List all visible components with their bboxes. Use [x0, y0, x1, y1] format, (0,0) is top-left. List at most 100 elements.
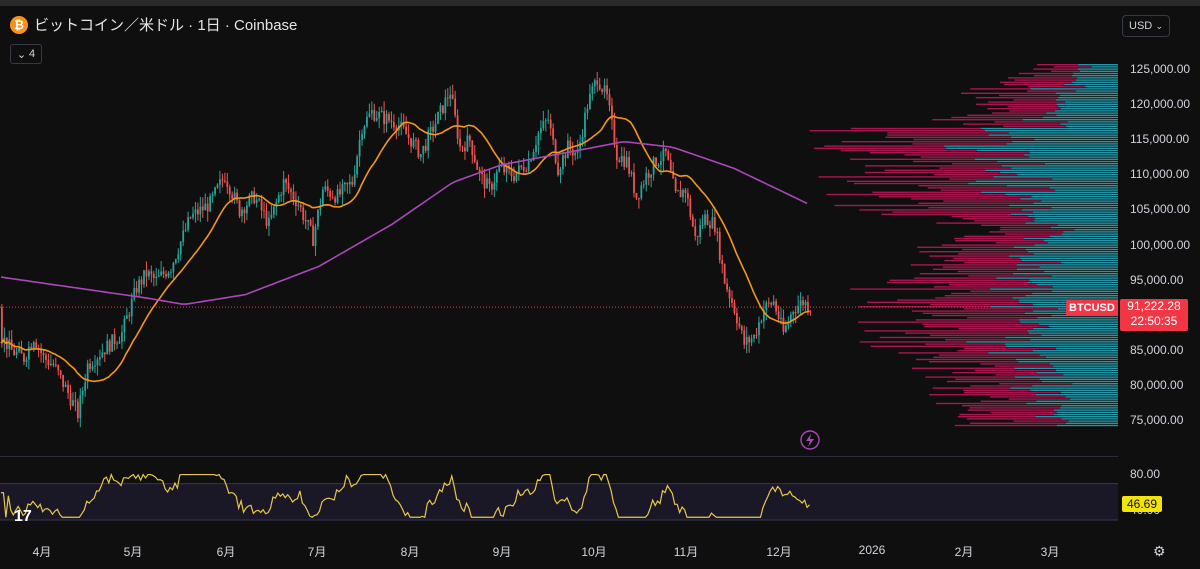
- candle-body: [638, 198, 640, 200]
- volume-profile-bar-up: [1012, 141, 1118, 143]
- candle-body: [111, 334, 114, 352]
- volume-profile-bar-up: [1042, 116, 1118, 119]
- candle-body: [390, 120, 393, 123]
- volume-profile-bar-up: [1021, 259, 1118, 262]
- volume-profile-bar-down: [922, 323, 1039, 325]
- candle-body: [549, 119, 552, 129]
- candle-body: [593, 80, 596, 87]
- candle-body: [804, 301, 807, 306]
- volume-profile-bar-down: [911, 198, 1021, 200]
- volume-profile-bar-down: [936, 402, 1027, 405]
- candle-body: [182, 230, 185, 242]
- bar-countdown: 22:50:35: [1130, 314, 1178, 328]
- candle-body: [520, 165, 523, 167]
- volume-profile-bar-up: [1010, 213, 1118, 215]
- current-price: 91,222.28: [1127, 299, 1181, 313]
- candle-body: [152, 273, 155, 278]
- candle-body: [446, 97, 449, 99]
- candle-body: [598, 84, 601, 90]
- candle-body: [45, 355, 47, 361]
- candle-body: [687, 192, 689, 199]
- volume-profile-bar-up: [1051, 275, 1118, 277]
- volume-profile-bar-down: [958, 253, 1035, 255]
- price-tick-label: 85,000.00: [1130, 342, 1184, 357]
- candle-body: [709, 225, 711, 229]
- volume-profile-bar-down: [957, 350, 1033, 352]
- volume-profile-bar-down: [919, 273, 1013, 275]
- gear-icon[interactable]: ⚙: [1153, 543, 1166, 560]
- volume-profile-bar-up: [1052, 286, 1118, 288]
- volume-profile-bar-up: [1072, 81, 1118, 83]
- volume-profile-bar-down: [957, 270, 1045, 273]
- candle-body: [108, 340, 111, 352]
- volume-profile-bar-down: [859, 209, 1022, 211]
- volume-profile-bar-up: [976, 149, 1118, 152]
- volume-profile-bar-up: [1055, 347, 1118, 350]
- candle-body: [721, 260, 724, 265]
- currency-select[interactable]: USD ⌄: [1122, 15, 1170, 37]
- volume-profile-bar-down: [910, 264, 1017, 266]
- candle-body: [383, 110, 385, 125]
- volume-profile-bar-down: [942, 266, 1040, 268]
- time-tick-label: 7月: [307, 545, 327, 559]
- candle-body: [331, 196, 334, 198]
- time-tick-label: 2月: [954, 545, 974, 559]
- candle-body: [574, 152, 577, 156]
- candle-body: [32, 342, 35, 349]
- candle-body: [667, 151, 670, 160]
- volume-profile-bar-up: [1036, 284, 1118, 286]
- volume-profile-bar-down: [948, 284, 1037, 286]
- volume-profile-bar-up: [1059, 94, 1118, 97]
- volume-profile-bar-up: [1036, 400, 1118, 402]
- candle-body: [748, 337, 751, 343]
- volume-profile-bar-down: [1033, 68, 1078, 70]
- candle-body: [216, 184, 219, 188]
- volume-profile-bar-down: [928, 361, 1019, 363]
- candle-body: [201, 206, 204, 211]
- volume-profile-bar-up: [1072, 383, 1118, 385]
- price-chart[interactable]: [0, 0, 1118, 569]
- pane-separator[interactable]: [0, 456, 1118, 457]
- volume-profile-bar-down: [951, 215, 1029, 218]
- volume-profile-bar-down: [952, 372, 1037, 374]
- candle-body: [542, 121, 545, 129]
- volume-profile-bar-down: [963, 262, 1062, 264]
- volume-profile-bar-up: [1035, 218, 1118, 220]
- volume-profile-bar-down: [966, 418, 1062, 420]
- candle-body: [689, 198, 692, 217]
- tradingview-logo[interactable]: 17: [14, 508, 32, 526]
- candle-body: [410, 137, 412, 147]
- candle-body: [35, 342, 38, 349]
- volume-profile-bar-down: [841, 141, 1013, 143]
- volume-profile-bar-up: [1079, 70, 1118, 72]
- volume-profile-bar-down: [944, 259, 1022, 262]
- volume-profile-bar-up: [1008, 255, 1118, 257]
- candle-body: [775, 301, 777, 312]
- volume-profile-bar-down: [913, 138, 1035, 141]
- volume-profile-bar-up: [944, 145, 1118, 147]
- candle-body: [439, 105, 442, 112]
- candle-body: [299, 204, 302, 208]
- volume-profile-bar-down: [925, 376, 1015, 378]
- candle-body: [785, 325, 787, 332]
- volume-profile-bar-down: [974, 220, 1035, 222]
- candle-body: [513, 176, 515, 181]
- candle-body: [272, 206, 275, 215]
- candle-body: [250, 191, 253, 196]
- volume-profile-bar-down: [1007, 105, 1058, 108]
- volume-profile-bar-down: [943, 200, 1042, 202]
- volume-profile-bar-down: [850, 158, 975, 160]
- volume-profile-bar-up: [1041, 334, 1118, 336]
- volume-profile-bar-down: [1018, 72, 1074, 75]
- candle-body: [47, 360, 50, 366]
- candle-body: [170, 271, 172, 273]
- candle-body: [187, 217, 189, 230]
- volume-profile-bar-up: [1004, 343, 1118, 345]
- candle-body: [174, 259, 177, 263]
- volume-profile-bar-up: [1054, 110, 1118, 112]
- volume-profile-bar-up: [1056, 411, 1118, 413]
- candle-body: [353, 174, 356, 185]
- candle-body: [726, 283, 728, 290]
- volume-profile-bar-up: [1006, 185, 1118, 187]
- candle-body: [324, 186, 327, 190]
